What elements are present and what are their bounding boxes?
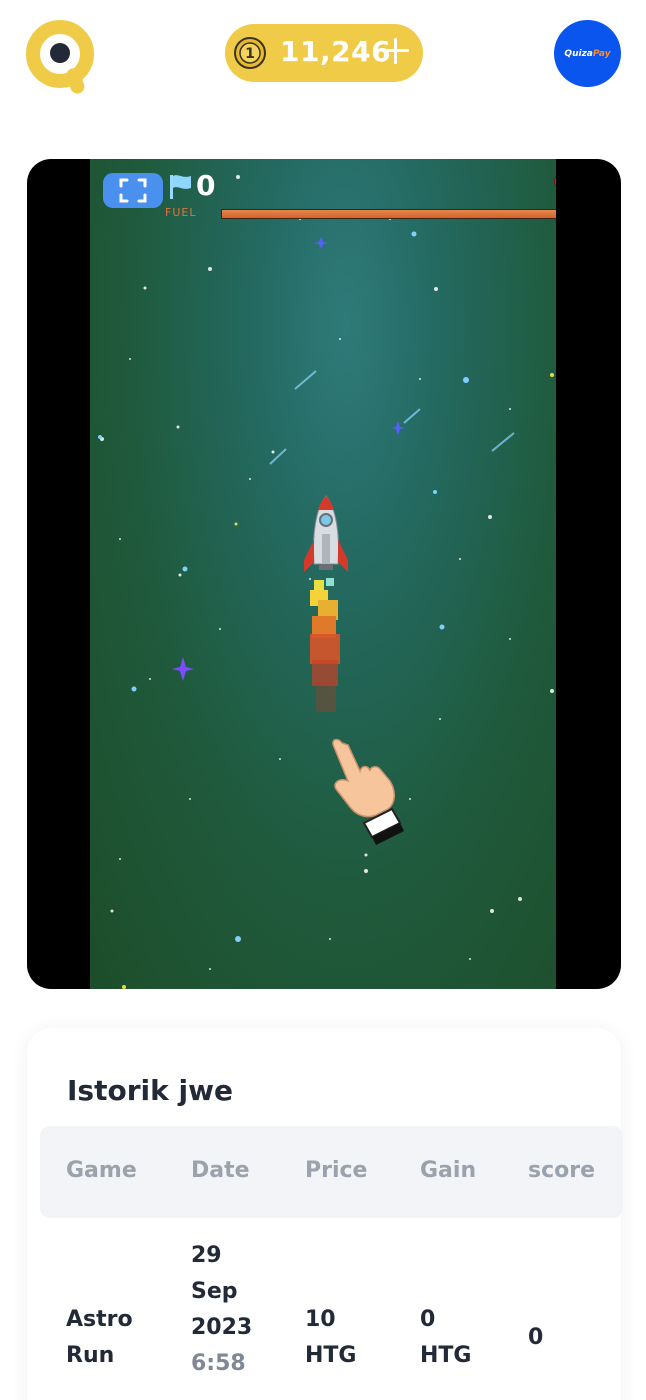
- coin-icon: 1: [234, 37, 266, 69]
- game-frame: 0 9 FUEL: [27, 159, 621, 989]
- quizapay-logo: QuizaPay: [564, 48, 611, 59]
- tap-hand-icon: [332, 738, 404, 845]
- fullscreen-icon: [119, 178, 147, 203]
- cell-price: 10 HTG: [305, 1307, 357, 1368]
- quizapay-button[interactable]: QuizaPay: [554, 20, 621, 87]
- column-header-gain: Gain: [420, 1158, 477, 1183]
- column-header-date: Date: [191, 1158, 250, 1183]
- column-header-score: score: [528, 1158, 596, 1183]
- history-title: Istorik jwe: [67, 1074, 233, 1107]
- cell-gain: 0 HTG: [420, 1307, 472, 1368]
- column-header-price: Price: [305, 1158, 368, 1183]
- app-logo[interactable]: [26, 20, 96, 96]
- column-header-game: Game: [66, 1158, 137, 1183]
- cell-score: 0: [528, 1325, 544, 1350]
- hud-score: 0: [196, 169, 216, 202]
- fuel-bar: [221, 209, 556, 219]
- cell-date: 29 Sep 2023 6:58: [191, 1238, 252, 1382]
- fuel-label: FUEL: [165, 206, 197, 219]
- table-header: Game Date Price Gain score: [40, 1126, 623, 1218]
- coin-amount: 11,246: [280, 35, 392, 68]
- flag-icon: [168, 173, 194, 201]
- heart-icon: [554, 173, 556, 199]
- cell-game: Astro Run: [66, 1307, 133, 1368]
- history-table: Game Date Price Gain score Astro Run 29 …: [40, 1126, 623, 1400]
- add-coins-icon[interactable]: [381, 36, 411, 66]
- table-row: Astro Run 29 Sep 2023 6:58 10 HTG 0 HTG …: [40, 1218, 623, 1400]
- game-canvas[interactable]: 0 9 FUEL: [90, 159, 556, 989]
- coin-balance-pill[interactable]: 1 11,246: [225, 24, 423, 82]
- svg-text:1: 1: [245, 46, 255, 62]
- fuel-bar-fill: [222, 210, 556, 218]
- fullscreen-button[interactable]: [103, 173, 163, 208]
- rocket-ship: [304, 495, 348, 712]
- cell-time: 6:58: [191, 1351, 246, 1376]
- game-history-card: Istorik jwe Game Date Price Gain score A…: [27, 1028, 623, 1400]
